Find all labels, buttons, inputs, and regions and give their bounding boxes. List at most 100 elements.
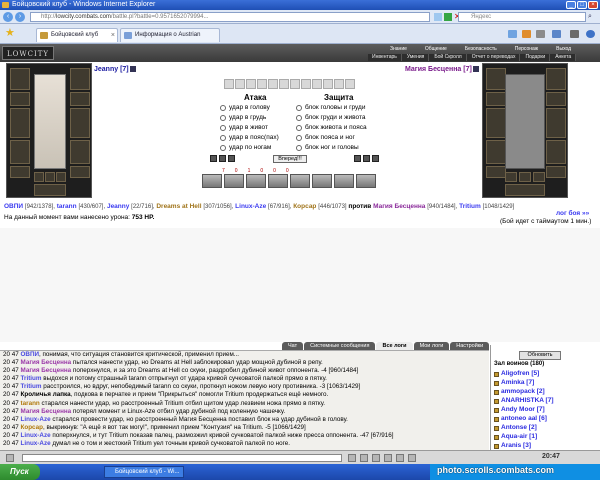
menu-security[interactable]: Безопасность <box>457 46 505 52</box>
log-actor[interactable]: Linux-Aze <box>21 440 51 447</box>
sound-icon[interactable] <box>408 454 416 462</box>
help-icon[interactable] <box>586 30 595 38</box>
enemy-amulet-slot[interactable] <box>486 92 506 106</box>
log-actor[interactable]: ОВПИ <box>21 351 40 358</box>
info-icon[interactable] <box>472 66 479 73</box>
armor-slot[interactable] <box>10 140 30 164</box>
spell-slot[interactable] <box>312 174 332 188</box>
player-avatar[interactable] <box>34 74 66 169</box>
action-slot[interactable] <box>268 79 278 89</box>
fighter-name[interactable]: Магия Бесценна <box>373 203 425 210</box>
forward-icon[interactable]: › <box>15 12 25 22</box>
defense-option-head-chest[interactable]: блок головы и груди <box>296 103 365 112</box>
fighter-name[interactable]: Корсар <box>293 203 316 210</box>
rune-slots[interactable] <box>34 184 66 196</box>
enemy-ring-slot-2[interactable] <box>519 172 531 182</box>
enemy-name[interactable]: Магия Бесценна [7] <box>405 66 479 73</box>
menu-profile[interactable]: Анкета <box>551 54 577 61</box>
action-slot[interactable] <box>312 79 322 89</box>
attack-option-chest[interactable]: удар в грудь <box>220 113 266 122</box>
menu-gifts[interactable]: Подарки <box>521 54 551 61</box>
enemy-weapon-slot[interactable] <box>486 108 506 138</box>
spell-slot[interactable] <box>290 174 310 188</box>
action-slot[interactable] <box>246 79 256 89</box>
start-button[interactable]: Пуск <box>0 464 40 480</box>
belt-slot[interactable] <box>10 166 30 178</box>
enemy-boots-slot[interactable] <box>546 166 566 178</box>
radio-icon[interactable] <box>220 144 226 151</box>
enemy-ring-slot-1[interactable] <box>505 172 517 182</box>
amulet-slot[interactable] <box>10 92 30 106</box>
fighter-name[interactable]: Tritium <box>459 203 481 210</box>
minimize-icon[interactable]: _ <box>566 1 576 9</box>
taskbar-ie-window[interactable]: Бойцовский клуб - Wi... <box>104 466 184 478</box>
fighter-name[interactable]: ОВПИ <box>4 203 23 210</box>
attack-option-head[interactable]: удар в голову <box>220 103 270 112</box>
ring-slot-2[interactable] <box>45 172 55 182</box>
clear-icon[interactable] <box>372 454 380 462</box>
log-actor[interactable]: Tritium <box>21 383 42 390</box>
log-actor[interactable]: Корсар <box>21 424 43 431</box>
tab-close-icon[interactable]: × <box>111 29 115 42</box>
log-actor[interactable]: Linux-Aze <box>21 432 51 439</box>
skill-icon[interactable] <box>219 155 226 162</box>
radio-icon[interactable] <box>296 144 302 151</box>
attack-option-groin[interactable]: удар в пояс(пах) <box>220 133 279 142</box>
defense-option-legs-head[interactable]: блок ног и головы <box>296 143 359 152</box>
legs-slot[interactable] <box>70 140 90 164</box>
refresh-button[interactable]: Обновить <box>519 351 561 360</box>
weapon-slot[interactable] <box>10 108 30 138</box>
enemy-ring-slot-3[interactable] <box>533 172 545 182</box>
fighter-name[interactable]: Jeanny <box>107 203 129 210</box>
battle-log-link[interactable]: лог боя »» <box>556 210 589 217</box>
ring-slot-1[interactable] <box>34 172 44 182</box>
action-slot[interactable] <box>224 79 234 89</box>
gloves-slot[interactable] <box>70 92 90 106</box>
menu-character[interactable]: Персонаж <box>507 46 546 52</box>
skill-icon[interactable] <box>228 155 235 162</box>
go-button[interactable]: Вперед!!! <box>273 155 307 163</box>
defense-option-chest-belly[interactable]: блок груди и живота <box>296 113 366 122</box>
action-slot[interactable] <box>235 79 245 89</box>
enemy-armor-slot[interactable] <box>486 140 506 164</box>
chat-mode-icon[interactable] <box>6 454 14 462</box>
filter-icon[interactable] <box>384 454 392 462</box>
menu-fight-scroll[interactable]: Бой Скролл <box>430 54 467 61</box>
enemy-legs-slot[interactable] <box>546 140 566 164</box>
ring-slot-3[interactable] <box>56 172 66 182</box>
shield-icon[interactable] <box>354 155 361 162</box>
home-icon[interactable] <box>508 30 517 38</box>
attack-option-belly[interactable]: удар в живот <box>220 123 268 132</box>
defense-option-belt-legs[interactable]: блок пояса и ног <box>296 133 355 142</box>
radio-icon[interactable] <box>296 104 302 111</box>
info-icon[interactable] <box>129 66 136 73</box>
back-icon[interactable]: ‹ <box>3 12 13 22</box>
print-icon[interactable] <box>536 30 545 38</box>
tab-fight-club[interactable]: Бойцовский клуб × <box>36 28 118 42</box>
favorites-star-icon[interactable]: ★ <box>5 28 15 39</box>
enemy-earrings-slot[interactable] <box>546 68 566 90</box>
radio-icon[interactable] <box>220 104 226 111</box>
spell-slot[interactable] <box>224 174 244 188</box>
menu-knowledge[interactable]: Знание <box>382 46 415 52</box>
log-actor[interactable]: Tritium <box>21 375 42 382</box>
enemy-shield-slot[interactable] <box>546 108 566 138</box>
enemy-avatar[interactable] <box>505 74 545 169</box>
translit-icon[interactable] <box>396 454 404 462</box>
chat-input[interactable] <box>22 454 342 462</box>
radio-icon[interactable] <box>220 124 226 131</box>
tab-settings[interactable]: Настройки <box>450 342 490 350</box>
boots-slot[interactable] <box>70 166 90 178</box>
tools-gear-icon[interactable] <box>570 30 579 38</box>
radio-icon[interactable] <box>220 134 226 141</box>
enemy-rune-slots[interactable] <box>505 184 545 196</box>
skill-icon[interactable] <box>210 155 217 162</box>
enemy-helmet-slot[interactable] <box>486 68 506 90</box>
spell-slot[interactable] <box>246 174 266 188</box>
fighter-name[interactable]: tarann <box>57 203 77 210</box>
shield-icon[interactable] <box>372 155 379 162</box>
menu-inventory[interactable]: Инвентарь <box>368 54 402 61</box>
helmet-slot[interactable] <box>10 68 30 90</box>
smiles-icon[interactable] <box>360 454 368 462</box>
tab-austrian-info[interactable]: Информация о Austrian <box>120 28 220 42</box>
